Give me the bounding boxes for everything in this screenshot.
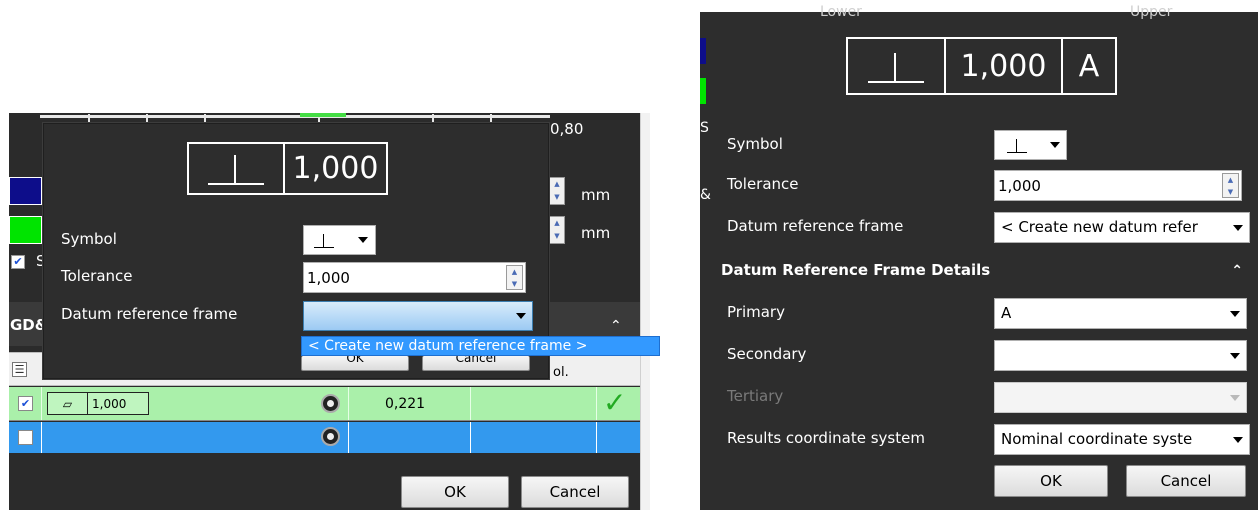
dialog-cancel-button[interactable]: Cancel xyxy=(422,356,530,371)
ruler-tick xyxy=(146,114,148,123)
chevron-down-icon xyxy=(1230,352,1240,359)
tolerance-spinner[interactable]: ▲ ▼ xyxy=(506,265,523,290)
tolerance-label: Tolerance xyxy=(61,267,133,285)
lower-color-swatch[interactable] xyxy=(9,177,42,205)
tolerance-value: 1,000 xyxy=(307,269,350,287)
table-row[interactable] xyxy=(9,422,640,453)
row-fcf: ▱ 1,000 xyxy=(47,392,149,415)
flatness-icon: ▱ xyxy=(48,393,88,414)
table-row[interactable]: ✔ ▱ 1,000 0,221 ✓ xyxy=(9,387,640,421)
feature-control-frame: 1,000 xyxy=(187,142,388,195)
chevron-up-icon[interactable]: ⌃ xyxy=(610,318,622,334)
fcf-datum: A xyxy=(1078,48,1100,84)
row-fcf-tolerance: 1,000 xyxy=(92,396,127,411)
show-checkbox[interactable]: ✔ xyxy=(11,255,25,269)
primary-dropdown[interactable]: A xyxy=(994,298,1247,329)
dialog-ok-button[interactable]: OK xyxy=(301,356,409,371)
lower-header-partial: Lower xyxy=(820,4,862,20)
row-checkbox[interactable] xyxy=(18,430,33,445)
tertiary-dropdown xyxy=(994,382,1247,413)
perpendicularity-icon xyxy=(314,234,334,248)
datum-frame-label: Datum reference frame xyxy=(727,217,904,235)
datum-frame-dropdown[interactable] xyxy=(303,301,533,331)
chevron-down-icon xyxy=(1050,142,1060,148)
datum-details-section-header[interactable]: Datum Reference Frame Details ⌃ xyxy=(721,257,1251,283)
datum-details-title: Datum Reference Frame Details xyxy=(721,261,991,279)
ruler-tick xyxy=(88,114,90,123)
row-measured-value: 0,221 xyxy=(385,396,426,412)
tolerance-ruler xyxy=(40,115,550,118)
feature-control-frame: 1,000 A xyxy=(846,37,1117,95)
fcf-tolerance: 1,000 xyxy=(946,39,1063,93)
chevron-down-icon xyxy=(1233,224,1243,231)
left-panel-edge xyxy=(640,113,650,510)
perpendicularity-icon xyxy=(1007,139,1027,153)
chevron-down-icon xyxy=(358,237,368,243)
results-cs-dropdown[interactable]: Nominal coordinate syste xyxy=(994,424,1250,455)
cancel-button[interactable]: Cancel xyxy=(521,476,629,508)
ruler-tick xyxy=(490,114,492,123)
side-letter: & xyxy=(700,187,711,203)
side-letter: S xyxy=(700,120,709,136)
lower-color-swatch[interactable] xyxy=(700,38,706,64)
cancel-button[interactable]: Cancel xyxy=(1126,465,1246,497)
upper-header-partial: Upper xyxy=(1130,4,1173,20)
tolerance-label: Tolerance xyxy=(727,175,799,193)
symbol-label: Symbol xyxy=(61,230,117,248)
gear-icon[interactable] xyxy=(321,394,340,413)
chevron-down-icon xyxy=(516,313,526,319)
ok-button[interactable]: OK xyxy=(401,476,509,508)
fcf-tolerance: 1,000 xyxy=(292,151,379,186)
symbol-dropdown[interactable] xyxy=(994,130,1067,160)
upper-spin-buttons[interactable]: ▲ ▼ xyxy=(549,216,565,244)
symbol-dropdown[interactable] xyxy=(303,225,376,255)
row-checkbox[interactable]: ✔ xyxy=(18,396,33,411)
lower-spin-buttons[interactable]: ▲ ▼ xyxy=(549,177,565,205)
primary-label: Primary xyxy=(727,303,785,321)
unit-label: mm xyxy=(581,186,611,204)
tolerance-input[interactable]: 1,000 ▲ ▼ xyxy=(303,262,526,293)
secondary-dropdown[interactable] xyxy=(994,340,1247,371)
tolerance-spinner[interactable]: ▲ ▼ xyxy=(1222,173,1239,198)
ruler-value-label: 0,80 xyxy=(550,120,584,138)
datum-frame-dropdown[interactable]: < Create new datum refer xyxy=(994,212,1250,243)
upper-color-swatch[interactable] xyxy=(9,216,42,244)
secondary-label: Secondary xyxy=(727,345,807,363)
symbol-label: Symbol xyxy=(727,135,783,153)
datum-frame-label: Datum reference frame xyxy=(61,305,238,323)
chevron-down-icon xyxy=(1230,394,1240,401)
checkmark-icon: ✓ xyxy=(603,386,627,419)
unit-label: mm xyxy=(581,224,611,242)
dropdown-option-create-datum[interactable]: < Create new datum reference frame > xyxy=(301,336,660,356)
ok-button[interactable]: OK xyxy=(994,465,1108,497)
tolerance-input[interactable]: 1,000 ▲ ▼ xyxy=(994,170,1242,201)
ruler-highlight xyxy=(300,113,346,117)
list-icon[interactable]: ☰ xyxy=(12,362,27,377)
ruler-tick xyxy=(204,114,206,123)
results-cs-label: Results coordinate system xyxy=(727,429,925,447)
chevron-down-icon xyxy=(1233,436,1243,443)
chevron-down-icon xyxy=(1230,310,1240,317)
tolerance-value: 1,000 xyxy=(998,177,1041,195)
chevron-up-icon[interactable]: ⌃ xyxy=(1231,263,1243,279)
perpendicularity-icon xyxy=(189,144,285,193)
tertiary-label: Tertiary xyxy=(727,387,784,405)
ruler-tick xyxy=(432,114,434,123)
gear-icon[interactable] xyxy=(321,427,340,446)
column-header-partial: ol. xyxy=(553,365,569,380)
perpendicularity-icon xyxy=(848,39,946,93)
upper-color-swatch[interactable] xyxy=(700,78,706,104)
